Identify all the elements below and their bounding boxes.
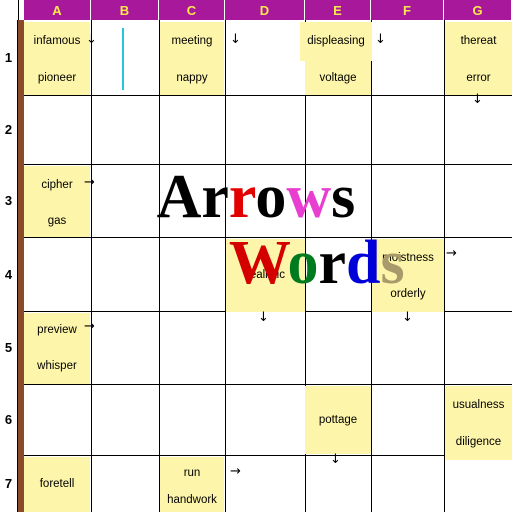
arrow-b1-down: ↓	[86, 32, 97, 47]
title2-char-r: r	[318, 229, 347, 297]
title2-char-o: o	[287, 229, 319, 297]
title2-char-d: d	[346, 229, 381, 297]
clue-cell-a7-foretell[interactable]: foretell	[24, 457, 90, 512]
grid-line-h5	[24, 384, 512, 385]
clue-cell-c1-nappy[interactable]: nappy	[160, 61, 224, 95]
clue-cell-a3-gas[interactable]: gas	[24, 205, 90, 237]
column-header-d[interactable]: D	[225, 0, 305, 20]
row-header-5[interactable]: 5	[0, 311, 18, 384]
title-line-2: Words	[168, 170, 405, 356]
clue-cell-a1-pioneer[interactable]: pioneer	[24, 61, 90, 95]
column-header-g[interactable]: G	[444, 0, 512, 20]
arrow-d7-right: →	[230, 464, 241, 479]
title2-char-w: W	[228, 229, 288, 297]
clue-cell-c1-meeting[interactable]: meeting	[160, 22, 224, 61]
row-header-6[interactable]: 6	[0, 384, 18, 455]
arrow-g2-down: ↓	[472, 92, 483, 107]
row-header-2[interactable]: 2	[0, 95, 18, 164]
column-header-a[interactable]: A	[24, 0, 91, 20]
clue-cell-e1-displeasing[interactable]: displeasing	[300, 22, 372, 61]
clue-cell-g1-thereat[interactable]: thereat	[445, 22, 512, 61]
column-b-marker	[122, 28, 124, 90]
clue-cell-c7-handwork[interactable]: handwork	[160, 489, 224, 512]
clue-cell-g1-error[interactable]: error	[445, 61, 512, 95]
clue-cell-c7-run[interactable]: run	[160, 457, 224, 489]
clue-cell-g6-diligence[interactable]: diligence	[445, 424, 512, 460]
clue-cell-a3-cipher[interactable]: cipher	[24, 166, 90, 205]
grid-line-h1	[24, 95, 512, 96]
column-header-e[interactable]: E	[305, 0, 371, 20]
clue-cell-g6-usualness[interactable]: usualness	[445, 386, 512, 424]
arrow-words-puzzle: A B C D E F G 1 2 3 4 5 6 7 infamous pio…	[0, 0, 512, 512]
grid-line-h6	[24, 455, 512, 456]
grid-line-v1	[91, 20, 92, 512]
arrow-d1-down: ↓	[230, 32, 241, 47]
arrow-b5-right: →	[84, 319, 95, 334]
clue-cell-a5-whisper[interactable]: whisper	[24, 348, 90, 384]
arrow-g4-right: →	[446, 246, 457, 261]
grid-corner	[0, 0, 19, 21]
arrow-e7-down: ↓	[330, 452, 341, 467]
column-header-b[interactable]: B	[91, 0, 159, 20]
column-header-f[interactable]: F	[371, 0, 444, 20]
row-header-3[interactable]: 3	[0, 164, 18, 237]
row-header-1[interactable]: 1	[0, 20, 18, 95]
clue-cell-e1-voltage[interactable]: voltage	[305, 61, 371, 95]
title2-char-s: s	[380, 229, 405, 297]
clue-cell-a5-preview[interactable]: preview	[24, 313, 90, 348]
column-header-c[interactable]: C	[159, 0, 225, 20]
arrow-f1-down: ↓	[375, 32, 386, 47]
clue-cell-e6-pottage[interactable]: pottage	[305, 386, 371, 454]
arrow-b3-right: →	[84, 175, 95, 190]
row-header-4[interactable]: 4	[0, 237, 18, 311]
clue-cell-a1-infamous[interactable]: infamous	[24, 22, 90, 61]
row-header-7[interactable]: 7	[0, 455, 18, 512]
